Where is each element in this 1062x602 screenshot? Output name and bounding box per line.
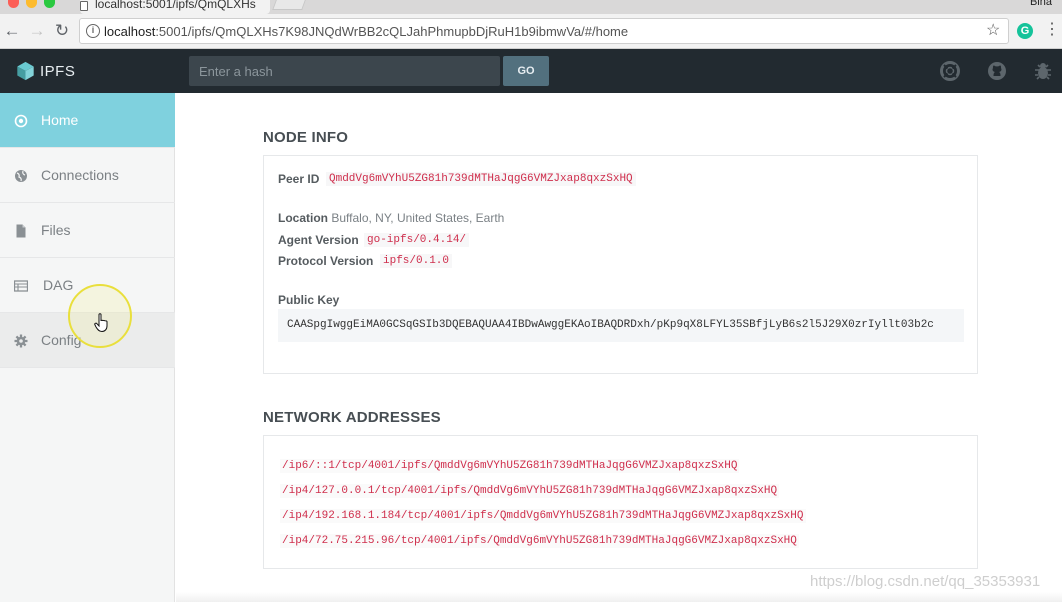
browser-tab[interactable]: localhost:5001/ipfs/QmQLXHs × [80, 0, 270, 14]
url-text[interactable]: localhost:5001/ipfs/QmQLXHs7K98JNQdWrBB2… [104, 24, 628, 39]
node-info-panel: Peer ID QmddVg6mVYhU5ZG81h739dMTHaJqgG6V… [263, 155, 978, 374]
network-address: /ip4/72.75.215.96/tcp/4001/ipfs/QmddVg6m… [280, 534, 799, 548]
reload-icon[interactable]: ↻ [52, 21, 72, 41]
tab-title: localhost:5001/ipfs/QmQLXHs [95, 0, 256, 11]
bookmark-star-icon[interactable]: ☆ [986, 20, 1000, 40]
location-value: Buffalo, NY, United States, Earth [331, 211, 505, 225]
address-bar[interactable]: i localhost:5001/ipfs/QmQLXHs7K98JNQdWrB… [79, 18, 1009, 44]
peer-id-label: Peer ID [278, 172, 320, 186]
network-address: /ip4/127.0.0.1/tcp/4001/ipfs/QmddVg6mVYh… [280, 484, 780, 498]
profile-name[interactable]: Bina [1030, 0, 1052, 8]
lifebuoy-icon[interactable] [940, 61, 960, 81]
file-icon [16, 224, 26, 238]
window-close-button[interactable] [8, 0, 19, 8]
window-minimize-button[interactable] [26, 0, 37, 8]
page-icon [80, 1, 88, 11]
logo-text: IPFS [40, 63, 76, 80]
location-label: Location [278, 211, 328, 225]
home-icon [14, 114, 28, 128]
hand-cursor-icon [94, 313, 108, 333]
network-address: /ip4/192.168.1.184/tcp/4001/ipfs/QmddVg6… [280, 509, 806, 523]
new-tab-button[interactable] [272, 0, 306, 10]
hash-search-input[interactable] [189, 56, 500, 86]
protocol-version-label: Protocol Version [278, 254, 374, 268]
window-zoom-button[interactable] [44, 0, 55, 8]
sidebar-item-label: Connections [41, 167, 119, 183]
grammarly-extension-icon[interactable]: G [1017, 23, 1033, 39]
network-addresses-heading: NETWORK ADDRESSES [263, 409, 441, 426]
app-header: IPFS GO [0, 49, 1062, 93]
browser-tab-strip: localhost:5001/ipfs/QmQLXHs × Bina [0, 0, 1062, 14]
globe-icon [15, 170, 27, 182]
agent-version-label: Agent Version [278, 233, 359, 247]
node-info-heading: NODE INFO [263, 129, 349, 146]
sidebar-nav: Home Connections Files DAG Config [0, 93, 175, 602]
back-arrow-icon[interactable]: ← [2, 21, 22, 41]
public-key-value: CAASpgIwggEiMA0GCSqGSIb3DQEBAQUAA4IBDwAw… [287, 319, 934, 331]
gear-icon [14, 334, 28, 348]
info-icon[interactable]: i [86, 24, 100, 38]
browser-toolbar: ← → ↻ i localhost:5001/ipfs/QmQLXHs7K98J… [0, 14, 1062, 49]
agent-version-value: go-ipfs/0.4.14/ [364, 233, 470, 247]
watermark-text: https://blog.csdn.net/qq_35353931 [810, 573, 1041, 590]
sidebar-item-label: DAG [43, 277, 74, 293]
network-address: /ip6/::1/tcp/4001/ipfs/QmddVg6mVYhU5ZG81… [280, 459, 740, 473]
network-addresses-panel: /ip6/::1/tcp/4001/ipfs/QmddVg6mVYhU5ZG81… [263, 435, 978, 569]
browser-menu-icon[interactable]: ⋮ [1044, 20, 1060, 40]
dag-icon [14, 280, 28, 292]
sidebar-item-label: Files [41, 222, 71, 238]
sidebar-item-label: Home [41, 112, 79, 128]
public-key-label: Public Key [278, 293, 340, 307]
location-row: Location Buffalo, NY, United States, Ear… [278, 211, 504, 225]
peer-id-row: Peer ID [278, 172, 319, 186]
sidebar-item-connections[interactable]: Connections [0, 148, 175, 203]
sidebar-item-files[interactable]: Files [0, 203, 175, 258]
public-key-box[interactable]: CAASpgIwggEiMA0GCSqGSIb3DQEBAQUAA4IBDwAw… [278, 309, 964, 342]
go-button[interactable]: GO [503, 56, 549, 86]
forward-arrow-icon[interactable]: → [27, 21, 47, 41]
page-bottom-fade [176, 592, 1062, 602]
protocol-version-value: ipfs/0.1.0 [380, 254, 453, 268]
github-icon[interactable] [987, 61, 1007, 81]
sidebar-item-home[interactable]: Home [0, 93, 175, 148]
peer-id-value: QmddVg6mVYhU5ZG81h739dMTHaJqgG6VMZJxap8q… [326, 172, 636, 186]
agent-version-row: Agent Version [278, 233, 359, 247]
protocol-version-row: Protocol Version [278, 254, 373, 268]
ipfs-cube-logo-icon [17, 61, 34, 81]
bug-icon[interactable] [1033, 61, 1053, 81]
